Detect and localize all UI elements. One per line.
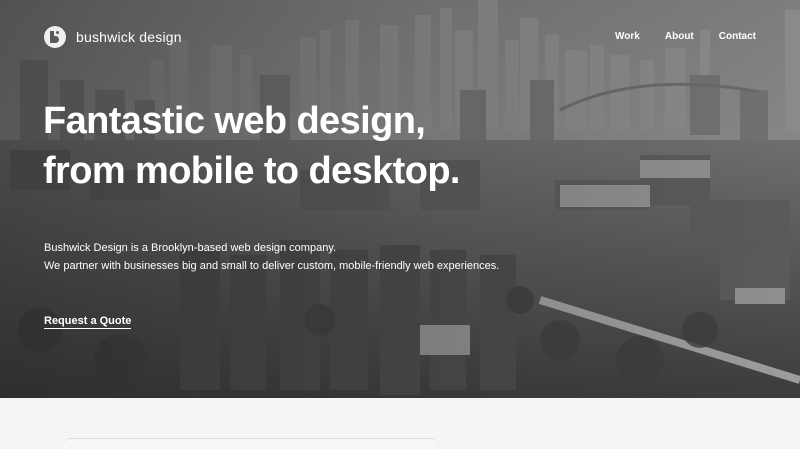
hero-section: bushwick design Work About Contact Fanta… <box>0 0 800 398</box>
hero-intro: Bushwick Design is a Brooklyn-based web … <box>44 239 604 275</box>
brand-name: bushwick design <box>76 29 182 45</box>
hero-headline: Fantastic web design, from mobile to des… <box>43 96 583 196</box>
lower-section <box>0 398 800 449</box>
hero-headline-line-1: Fantastic web design, <box>43 100 426 142</box>
nav-item-contact[interactable]: Contact <box>719 31 756 42</box>
hero-intro-line-1: Bushwick Design is a Brooklyn-based web … <box>44 242 337 254</box>
hero-intro-line-2: We partner with businesses big and small… <box>44 260 500 272</box>
nav-item-about[interactable]: About <box>665 31 694 42</box>
bushwick-logo-mark-icon <box>44 26 66 48</box>
main-nav: Work About Contact <box>590 31 756 42</box>
lower-card <box>64 438 436 449</box>
hero-overlay <box>0 0 800 398</box>
hero-headline-line-2: from mobile to desktop. <box>43 150 461 192</box>
brand-logo-link[interactable]: bushwick design <box>44 26 182 48</box>
nav-item-work[interactable]: Work <box>615 31 640 42</box>
request-quote-link[interactable]: Request a Quote <box>44 315 132 329</box>
